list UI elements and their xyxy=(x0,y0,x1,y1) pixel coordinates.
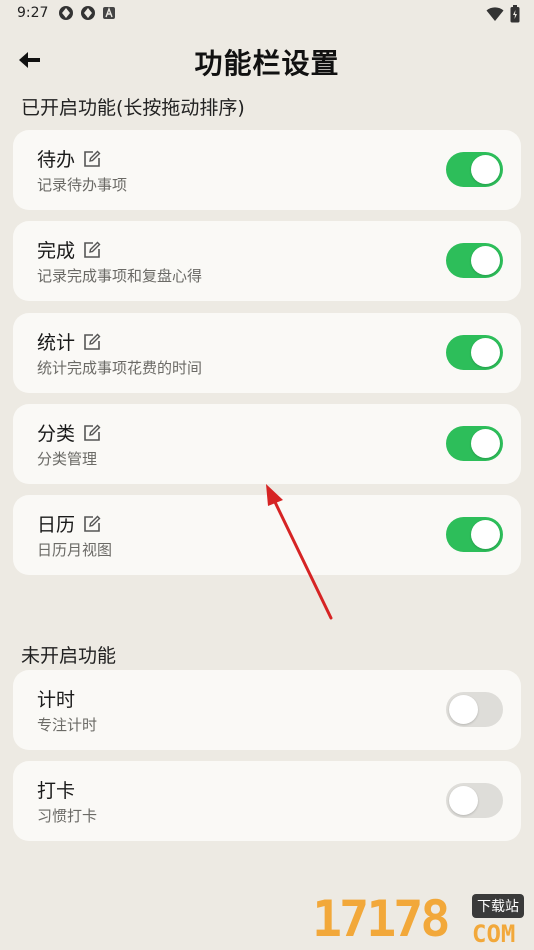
battery-icon xyxy=(510,5,520,23)
feature-toggle-calendar[interactable] xyxy=(446,517,503,552)
toggle-knob xyxy=(471,520,500,549)
feature-subtitle: 专注计时 xyxy=(37,716,98,734)
feature-title-row: 完成 xyxy=(37,236,101,263)
edit-icon[interactable] xyxy=(83,333,101,351)
page-title: 功能栏设置 xyxy=(194,47,340,80)
toggle-knob xyxy=(471,246,500,275)
watermark-tag: 下载站 xyxy=(472,894,524,918)
feature-card-timer[interactable]: 计时 专注计时 xyxy=(13,670,521,750)
feature-toggle-todo[interactable] xyxy=(446,152,503,187)
app-header: 功能栏设置 xyxy=(0,38,534,82)
feature-subtitle: 日历月视图 xyxy=(37,541,113,559)
status-icons-right xyxy=(486,5,520,23)
toggle-knob xyxy=(471,429,500,458)
feature-toggle-category[interactable] xyxy=(446,426,503,461)
disabled-section-title: 未开启功能 xyxy=(21,645,117,667)
enabled-section-title: 已开启功能(长按拖动排序) xyxy=(21,97,245,119)
feature-title: 统计 xyxy=(37,332,76,354)
feature-subtitle: 分类管理 xyxy=(37,450,98,468)
edit-icon[interactable] xyxy=(83,424,101,442)
feature-card-category[interactable]: 分类 分类管理 xyxy=(13,404,521,484)
watermark-number: 17178 xyxy=(312,890,451,948)
wifi-icon xyxy=(486,7,504,21)
edit-icon[interactable] xyxy=(83,515,101,533)
status-time: 9:27 xyxy=(17,5,49,21)
feature-toggle-timer[interactable] xyxy=(446,692,503,727)
feature-card-done[interactable]: 完成 记录完成事项和复盘心得 xyxy=(13,221,521,301)
feature-card-calendar[interactable]: 日历 日历月视图 xyxy=(13,495,521,575)
feature-title-row: 待办 xyxy=(37,145,101,172)
feature-subtitle: 统计完成事项花费的时间 xyxy=(37,359,203,377)
feature-card-stats[interactable]: 统计 统计完成事项花费的时间 xyxy=(13,313,521,393)
feature-title: 待办 xyxy=(37,149,76,171)
watermark-domain: COM xyxy=(472,920,516,948)
feature-card-todo[interactable]: 待办 记录待办事项 xyxy=(13,130,521,210)
feature-title-row: 打卡 xyxy=(37,776,75,803)
feature-subtitle: 记录待办事项 xyxy=(37,176,128,194)
toggle-knob xyxy=(449,695,478,724)
app-icon xyxy=(81,6,95,20)
edit-icon[interactable] xyxy=(83,241,101,259)
toggle-knob xyxy=(471,155,500,184)
feature-title-row: 计时 xyxy=(37,685,75,712)
feature-title: 日历 xyxy=(37,514,76,536)
a-icon xyxy=(103,7,115,19)
feature-subtitle: 习惯打卡 xyxy=(37,807,98,825)
status-bar: 9:27 xyxy=(0,0,534,28)
feature-card-checkin[interactable]: 打卡 习惯打卡 xyxy=(13,761,521,841)
status-icons-left xyxy=(58,5,116,21)
feature-toggle-done[interactable] xyxy=(446,243,503,278)
feature-title-row: 分类 xyxy=(37,419,101,446)
feature-title: 分类 xyxy=(37,423,76,445)
feature-title: 计时 xyxy=(37,689,76,711)
feature-subtitle: 记录完成事项和复盘心得 xyxy=(37,267,203,285)
edit-icon[interactable] xyxy=(83,150,101,168)
toggle-knob xyxy=(471,338,500,367)
app-icon xyxy=(59,6,73,20)
feature-title-row: 日历 xyxy=(37,510,101,537)
feature-toggle-checkin[interactable] xyxy=(446,783,503,818)
feature-title-row: 统计 xyxy=(37,328,101,355)
feature-title: 完成 xyxy=(37,240,76,262)
watermark-logo: 17178 下载站 COM xyxy=(312,888,534,950)
feature-title: 打卡 xyxy=(37,780,76,802)
toggle-knob xyxy=(449,786,478,815)
feature-toggle-stats[interactable] xyxy=(446,335,503,370)
